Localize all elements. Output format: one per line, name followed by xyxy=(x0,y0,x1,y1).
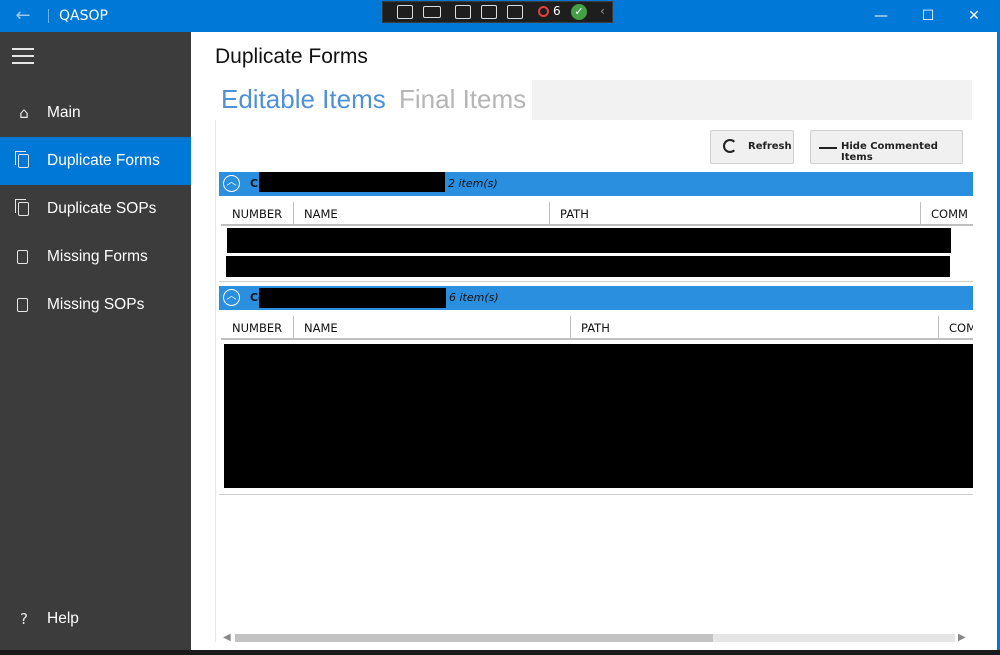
hide-commented-items-button[interactable]: Hide Commented Items xyxy=(810,130,963,164)
binding-failures-icon[interactable] xyxy=(538,6,549,17)
question-icon: ? xyxy=(20,610,28,628)
column-header-name[interactable]: NAME xyxy=(304,207,338,221)
sidebar-item-main[interactable]: ⌂ Main xyxy=(0,89,191,137)
column-header-number[interactable]: NUMBER xyxy=(232,207,282,221)
sidebar-item-label: Help xyxy=(47,610,79,627)
layout-adorner-icon[interactable] xyxy=(481,5,497,19)
taskbar-strip xyxy=(0,650,1000,655)
binding-failures-count: 6 xyxy=(553,4,561,18)
main-content: Duplicate Forms Editable Items Final Ite… xyxy=(191,32,997,650)
hot-reload-check-icon[interactable]: ✓ xyxy=(571,4,587,20)
group-item-count: 2 item(s) xyxy=(448,177,498,190)
column-header-number[interactable]: NUMBER xyxy=(232,321,282,335)
group-divider xyxy=(219,281,973,282)
close-button[interactable]: ✕ xyxy=(951,0,997,32)
copy-page-icon-front xyxy=(18,202,29,216)
horizontal-scrollbar[interactable]: ◀ ▶ xyxy=(221,631,971,645)
chevron-up-icon[interactable]: ︿ xyxy=(223,289,240,306)
refresh-icon xyxy=(723,139,737,153)
column-header-comment[interactable]: COM xyxy=(949,321,973,335)
sidebar-item-label: Missing SOPs xyxy=(47,296,145,313)
debug-toolbar: 6 ✓ ‹ xyxy=(382,1,613,23)
chevron-left-icon[interactable]: ‹ xyxy=(600,4,605,18)
column-separator[interactable] xyxy=(293,202,294,226)
maximize-button[interactable]: ☐ xyxy=(905,0,951,32)
video-icon[interactable] xyxy=(423,6,441,18)
redacted-row xyxy=(226,256,950,277)
sidebar-item-label: Duplicate Forms xyxy=(47,152,160,169)
sidebar-item-duplicate-forms[interactable]: Duplicate Forms xyxy=(0,137,191,185)
column-header-comment[interactable]: COMM xyxy=(931,207,973,221)
title-separator xyxy=(48,9,49,23)
back-button[interactable]: ← xyxy=(8,4,38,28)
track-focus-icon[interactable] xyxy=(507,5,523,19)
pivot-tabs: Editable Items Final Items xyxy=(215,80,532,120)
home-icon: ⌂ xyxy=(19,104,29,122)
group-item-count: 6 item(s) xyxy=(449,291,499,304)
pointer-select-icon[interactable] xyxy=(455,5,471,19)
scrollbar-thumb[interactable] xyxy=(235,634,713,642)
sidebar-item-missing-forms[interactable]: Missing Forms xyxy=(0,233,191,281)
group-header[interactable]: ︿ Ch 2 item(s) xyxy=(219,172,973,196)
arrow-left-icon: ← xyxy=(15,5,31,26)
page-icon xyxy=(17,298,28,312)
sidebar-item-label: Missing Forms xyxy=(47,248,148,265)
sidebar-item-label: Duplicate SOPs xyxy=(47,200,157,217)
sidebar-item-duplicate-sops[interactable]: Duplicate SOPs xyxy=(0,185,191,233)
scroll-left-arrow-icon[interactable]: ◀ xyxy=(223,632,231,643)
column-header-row: NUMBER NAME PATH COM xyxy=(221,314,973,340)
hamburger-menu-icon[interactable] xyxy=(12,48,34,64)
redacted-block xyxy=(259,288,446,308)
select-element-icon[interactable] xyxy=(397,5,413,19)
minimize-button[interactable]: — xyxy=(858,0,904,32)
column-header-row: NUMBER NAME PATH COMM xyxy=(221,200,973,226)
sidebar-item-help[interactable]: ? Help xyxy=(0,595,191,643)
page-icon xyxy=(17,250,28,264)
column-header-name[interactable]: NAME xyxy=(304,321,338,335)
sidebar: ⌂ Main Duplicate Forms Duplicate SOPs Mi… xyxy=(0,32,191,650)
chevron-up-icon[interactable]: ︿ xyxy=(223,175,240,192)
hide-commented-items-label: Hide Commented Items xyxy=(841,141,938,163)
column-header-path[interactable]: PATH xyxy=(560,207,589,221)
copy-page-icon-front xyxy=(18,154,29,168)
group-header[interactable]: ︿ Co 6 item(s) xyxy=(219,286,973,310)
column-header-path[interactable]: PATH xyxy=(581,321,610,335)
redacted-row xyxy=(227,228,951,253)
tab-editable-items[interactable]: Editable Items xyxy=(221,84,386,115)
redacted-block xyxy=(259,172,445,192)
page-title: Duplicate Forms xyxy=(215,45,368,68)
column-separator[interactable] xyxy=(293,316,294,340)
items-panel: Refresh Hide Commented Items ︿ Ch 2 item… xyxy=(215,120,973,642)
column-separator[interactable] xyxy=(549,202,550,226)
refresh-button[interactable]: Refresh xyxy=(710,130,794,164)
sidebar-item-label: Main xyxy=(47,104,81,121)
title-bar: ← QASOP 6 ✓ ‹ — ☐ ✕ xyxy=(0,0,1000,32)
app-title: QASOP xyxy=(59,8,108,24)
column-separator[interactable] xyxy=(920,202,921,226)
group-divider xyxy=(219,494,973,495)
column-separator[interactable] xyxy=(938,316,939,340)
tab-final-items[interactable]: Final Items xyxy=(399,84,526,115)
redacted-rows xyxy=(224,344,973,488)
app-window: ← QASOP 6 ✓ ‹ — ☐ ✕ ⌂ Main Duplicate For… xyxy=(0,0,1000,655)
refresh-button-label: Refresh xyxy=(748,141,792,152)
scroll-right-arrow-icon[interactable]: ▶ xyxy=(958,632,966,643)
dash-icon xyxy=(819,147,837,149)
column-separator[interactable] xyxy=(570,316,571,340)
sidebar-item-missing-sops[interactable]: Missing SOPs xyxy=(0,281,191,329)
pivot-header: Editable Items Final Items xyxy=(215,80,972,120)
